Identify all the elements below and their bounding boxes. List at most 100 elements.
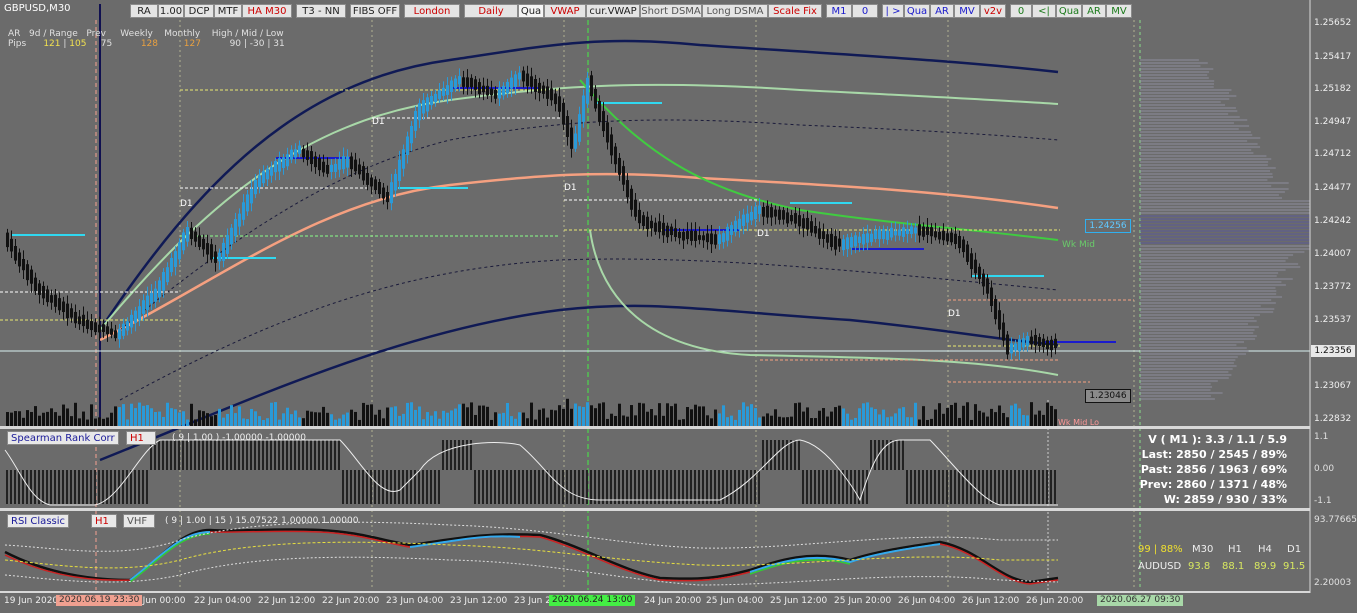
candle [622,166,625,185]
spearman-bar [846,470,848,504]
rsi-name[interactable]: RSI Classic [7,514,70,528]
spearman-bar [874,440,876,470]
volume-bar [302,418,305,426]
volume-bar [90,404,93,426]
candle [610,134,613,156]
stat-ar-label: AR [8,29,21,39]
candle [986,278,989,294]
candle [582,95,585,122]
candle [526,73,529,87]
candle [958,236,961,249]
stat-monthly-label: Monthly [164,29,201,39]
candle [330,164,333,173]
volume-bar [1018,408,1021,426]
rsi-tf[interactable]: H1 [91,514,117,528]
spearman-bar [246,440,248,470]
d1-marker: D1 [180,199,193,209]
spearman-bar [70,470,72,504]
candle [210,244,213,260]
spearman-bar [386,470,388,504]
candle [834,236,837,250]
candle [378,182,381,195]
spearman-bar [690,470,692,504]
candle [262,171,265,184]
candle [318,158,321,171]
volume-bar [734,419,737,426]
candle [746,213,749,223]
candle [590,75,593,97]
volume-bar [34,406,37,426]
spearman-bar [202,440,204,470]
volume-bar [618,403,621,426]
spearman-bar [242,440,244,470]
spearman-bar [682,470,684,504]
spearman-bar [334,440,336,470]
candle [930,227,933,237]
rsi-axis-bottom: 2.20003 [1314,578,1352,588]
candle [54,294,57,307]
candle [518,72,521,80]
spearman-bar [174,440,176,470]
volume-bar [1038,410,1041,426]
spearman-bar [822,470,824,504]
candle [254,179,257,195]
volume-bar [798,402,801,426]
spearman-bar [626,470,628,504]
spearman-bar [378,470,380,504]
volume-bar [882,409,885,426]
spearman-bar [558,470,560,504]
volume-bar [138,402,141,426]
volume-bar [150,408,153,426]
candle [498,87,501,99]
volume-bar [626,416,629,426]
spearman-bar [782,440,784,470]
volume-bar [154,412,157,426]
volume-bar [590,405,593,426]
volume-bar [442,410,445,426]
candle [754,206,757,220]
candle [342,156,345,170]
volume-bar [330,414,333,426]
spearman-bar [354,470,356,504]
mt4-chart-window: { "symbol_title": "GBPUSD,M30", "toolbar… [0,0,1357,613]
spearman-bar [222,440,224,470]
spearman-bar [102,470,104,504]
spearman-bar [738,470,740,504]
volume-bar [694,404,697,426]
volume-bar [794,403,797,426]
spearman-name[interactable]: Spearman Rank Corr [7,431,119,445]
candle [682,231,685,241]
candle [78,316,81,325]
spearman-bar [170,440,172,470]
volume-bar [510,416,513,426]
strength-score: 99 | 88% [1138,544,1183,555]
volume-bar [862,403,865,426]
spearman-bar [278,440,280,470]
d1-marker: D1 [372,117,385,127]
spearman-bar [742,470,744,504]
spearman-bar [946,470,948,504]
spearman-axis-top: 1.1 [1314,432,1329,442]
strength-val: 89.9 [1254,561,1277,572]
rsi-extra[interactable]: VHF [123,514,155,528]
strength-tf: M30 [1192,544,1214,555]
spearman-tf[interactable]: H1 [126,431,156,445]
spearman-bar [438,470,440,504]
candle [818,228,821,239]
spearman-bar [14,470,16,504]
spearman-bar [162,440,164,470]
volume-bar [286,407,289,426]
spearman-bar [810,470,812,504]
volume-bar [142,405,145,426]
candle [718,234,721,244]
candle [234,219,237,237]
candle [798,215,801,227]
candle [998,310,1001,330]
candle [310,151,313,165]
candle [542,85,545,94]
volume-bar [550,409,553,426]
volume-bar [226,413,229,426]
volume-bar [930,418,933,426]
volume-bar [698,406,701,426]
volume-bar [570,408,573,426]
